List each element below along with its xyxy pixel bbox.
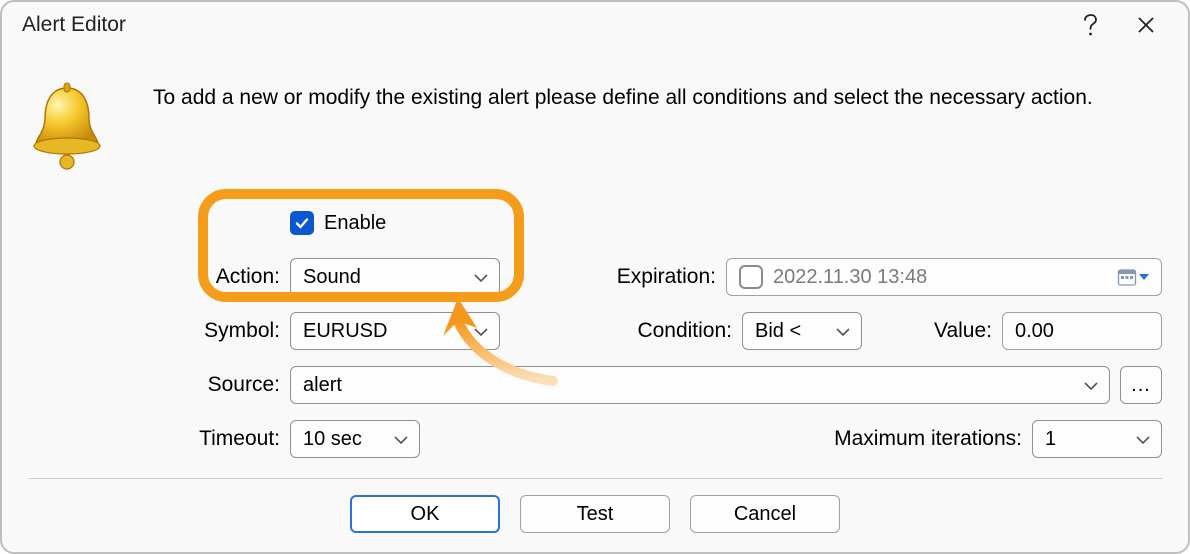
chevron-down-icon bbox=[473, 320, 489, 343]
symbol-combobox[interactable]: EURUSD bbox=[290, 312, 500, 350]
test-button[interactable]: Test bbox=[520, 495, 670, 533]
help-button[interactable] bbox=[1062, 2, 1118, 48]
action-label: Action: bbox=[178, 265, 290, 289]
source-value: alert bbox=[303, 374, 342, 397]
source-combobox[interactable]: alert bbox=[290, 366, 1110, 404]
alert-editor-dialog: Alert Editor bbox=[0, 0, 1190, 554]
condition-value: Bid < bbox=[755, 320, 801, 343]
expiration-value: 2022.11.30 13:48 bbox=[773, 266, 927, 289]
timeout-label: Timeout: bbox=[178, 427, 290, 451]
timeout-combobox[interactable]: 10 sec bbox=[290, 420, 420, 458]
cancel-button[interactable]: Cancel bbox=[690, 495, 840, 533]
chevron-down-icon bbox=[393, 428, 409, 451]
dialog-button-row: OK Test Cancel bbox=[28, 478, 1162, 533]
close-button[interactable] bbox=[1118, 2, 1174, 48]
more-label: ... bbox=[1131, 374, 1151, 397]
timeout-value: 10 sec bbox=[303, 428, 362, 451]
enable-checkbox[interactable]: Enable bbox=[290, 211, 386, 235]
value-value: 0.00 bbox=[1015, 320, 1054, 343]
max-iterations-combobox[interactable]: 1 bbox=[1032, 420, 1162, 458]
expiration-label: Expiration: bbox=[596, 265, 726, 289]
chevron-down-icon bbox=[1083, 374, 1099, 397]
dialog-description: To add a new or modify the existing aler… bbox=[153, 76, 1162, 110]
bell-icon bbox=[28, 76, 113, 178]
chevron-down-icon bbox=[835, 320, 851, 343]
value-input[interactable]: 0.00 bbox=[1002, 312, 1162, 350]
condition-combobox[interactable]: Bid < bbox=[742, 312, 862, 350]
action-value: Sound bbox=[303, 266, 361, 289]
max-iterations-value: 1 bbox=[1045, 428, 1056, 451]
condition-label: Condition: bbox=[612, 319, 742, 343]
chevron-down-icon bbox=[473, 266, 489, 289]
expiration-checkbox[interactable] bbox=[739, 265, 763, 289]
enable-label: Enable bbox=[324, 212, 386, 235]
window-title: Alert Editor bbox=[22, 13, 1062, 37]
source-label: Source: bbox=[178, 373, 290, 397]
symbol-label: Symbol: bbox=[178, 319, 290, 343]
checkmark-icon bbox=[290, 211, 314, 235]
ok-button[interactable]: OK bbox=[350, 495, 500, 533]
symbol-value: EURUSD bbox=[303, 320, 387, 343]
source-browse-button[interactable]: ... bbox=[1120, 366, 1162, 404]
calendar-picker-icon[interactable] bbox=[1117, 267, 1149, 287]
expiration-field[interactable]: 2022.11.30 13:48 bbox=[726, 258, 1162, 296]
titlebar: Alert Editor bbox=[2, 2, 1188, 48]
chevron-down-icon bbox=[1135, 428, 1151, 451]
max-iterations-label: Maximum iterations: bbox=[792, 427, 1032, 451]
value-label: Value: bbox=[862, 319, 1002, 343]
action-combobox[interactable]: Sound bbox=[290, 258, 500, 296]
